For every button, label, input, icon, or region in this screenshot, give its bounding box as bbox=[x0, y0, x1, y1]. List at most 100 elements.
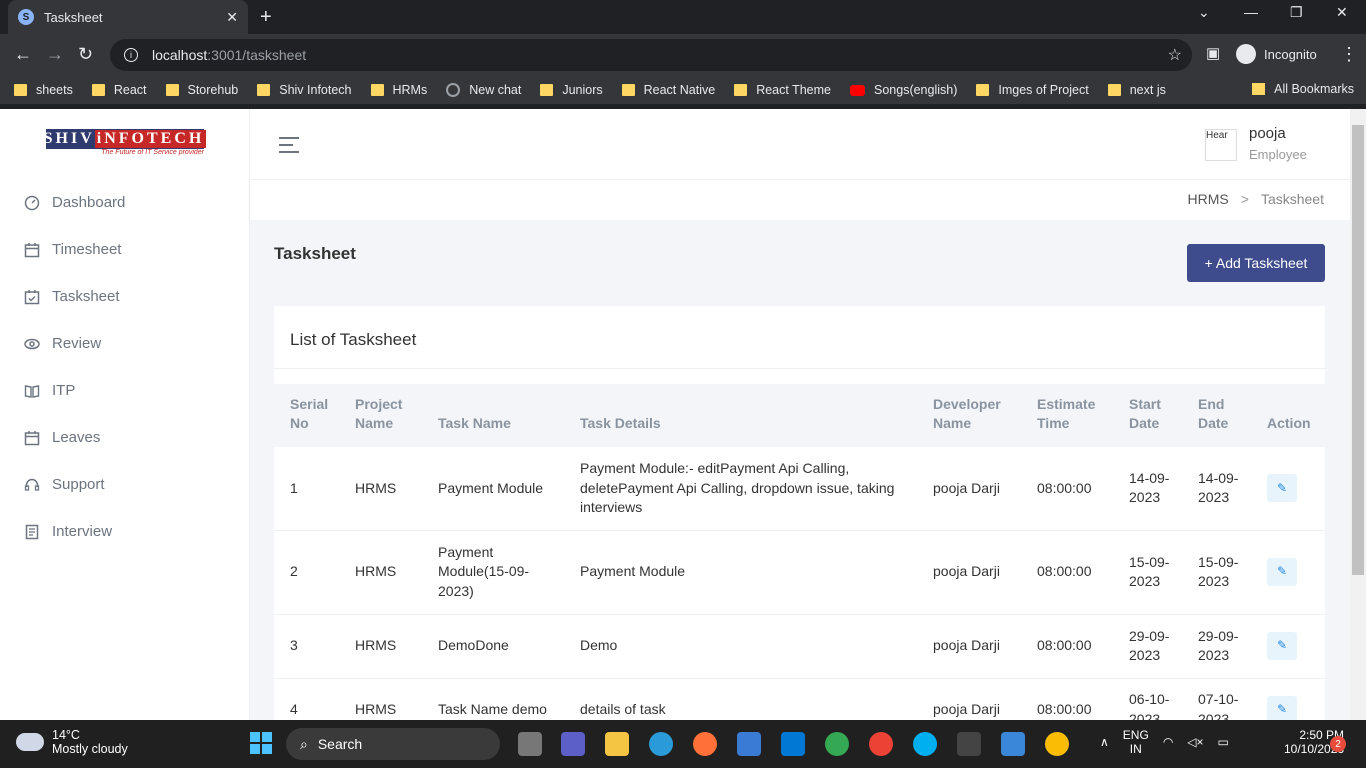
bookmark-item[interactable]: Songs(english) bbox=[850, 83, 957, 97]
taskbar-search[interactable]: ⌕ Search bbox=[286, 728, 500, 760]
sidebar-item-label: Review bbox=[52, 335, 102, 352]
sidebar-item-interview[interactable]: Interview bbox=[0, 508, 250, 555]
minimize-icon[interactable]: — bbox=[1244, 4, 1258, 20]
firefox-icon[interactable] bbox=[693, 732, 717, 756]
cell-estimate: 08:00:00 bbox=[1021, 530, 1113, 615]
restore-icon[interactable]: ❐ bbox=[1290, 4, 1303, 21]
browser-tab[interactable]: S Tasksheet ✕ bbox=[8, 0, 248, 34]
cell-estimate: 08:00:00 bbox=[1021, 678, 1113, 720]
sidebar-item-label: Interview bbox=[52, 523, 113, 540]
calendar-icon bbox=[24, 242, 40, 258]
edit-icon[interactable]: ✎ bbox=[1267, 695, 1297, 720]
chrome-profile-icon[interactable] bbox=[1045, 732, 1069, 756]
bookmark-label: Shiv Infotech bbox=[279, 83, 352, 97]
bookmark-label: React Theme bbox=[756, 83, 831, 97]
edge-icon[interactable] bbox=[649, 732, 673, 756]
calendar-icon bbox=[24, 430, 40, 446]
favicon-icon: S bbox=[18, 9, 34, 25]
notepad-icon[interactable] bbox=[1001, 732, 1025, 756]
site-info-icon[interactable]: i bbox=[124, 48, 138, 62]
bookmark-item[interactable]: sheets bbox=[14, 83, 73, 97]
sidebar-item-dashboard[interactable]: Dashboard bbox=[0, 179, 250, 226]
add-tasksheet-button[interactable]: + Add Tasksheet bbox=[1187, 244, 1325, 282]
weather-widget[interactable]: 14°C Mostly cloudy bbox=[16, 728, 128, 756]
menu-kebab-icon[interactable]: ⋮ bbox=[1340, 44, 1358, 65]
breadcrumb-root[interactable]: HRMS bbox=[1188, 191, 1229, 207]
cell-serial: 3 bbox=[274, 614, 339, 679]
sidebar-item-support[interactable]: Support bbox=[0, 461, 250, 508]
bookmark-item[interactable]: next js bbox=[1107, 83, 1166, 97]
edit-icon[interactable]: ✎ bbox=[1267, 558, 1297, 586]
back-icon[interactable]: ← bbox=[14, 44, 32, 65]
url-input[interactable]: i localhost:3001/tasksheet ☆ bbox=[110, 39, 1192, 71]
bookmark-item[interactable]: New chat bbox=[446, 83, 521, 97]
bookmark-item[interactable]: React Native bbox=[621, 83, 716, 97]
sidebar-item-review[interactable]: Review bbox=[0, 320, 250, 367]
file-explorer-icon[interactable] bbox=[605, 732, 629, 756]
incognito-indicator[interactable]: Incognito bbox=[1236, 44, 1317, 64]
bookmark-label: React Native bbox=[643, 83, 716, 97]
cell-start: 15-09-2023 bbox=[1113, 530, 1182, 615]
bookmark-item[interactable]: Shiv Infotech bbox=[257, 83, 352, 97]
battery-icon[interactable]: ▭ bbox=[1218, 735, 1229, 749]
incognito-icon bbox=[1236, 44, 1256, 64]
edit-icon[interactable]: ✎ bbox=[1267, 474, 1297, 503]
user-role: Employee bbox=[1249, 147, 1307, 162]
bookmark-item[interactable]: HRMs bbox=[370, 83, 427, 97]
page-scrollbar[interactable] bbox=[1350, 109, 1366, 720]
sidebar-item-leaves[interactable]: Leaves bbox=[0, 414, 250, 461]
side-panel-icon[interactable]: ▣ bbox=[1206, 44, 1220, 62]
close-tab-icon[interactable]: ✕ bbox=[226, 9, 238, 26]
forward-icon[interactable]: → bbox=[46, 44, 64, 65]
sidebar-item-timesheet[interactable]: Timesheet bbox=[0, 226, 250, 273]
mute-icon[interactable]: ◁× bbox=[1187, 735, 1203, 749]
sidebar-item-itp[interactable]: ITP bbox=[0, 367, 250, 414]
bookmark-item[interactable]: Imges of Project bbox=[976, 83, 1089, 97]
cell-details: Demo bbox=[564, 614, 917, 679]
cell-task: Task Name demo bbox=[422, 678, 564, 720]
cell-task: DemoDone bbox=[422, 614, 564, 679]
folder-icon bbox=[734, 84, 748, 96]
bookmark-star-icon[interactable]: ☆ bbox=[1168, 45, 1182, 65]
bookmark-item[interactable]: Storehub bbox=[165, 83, 238, 97]
company-logo[interactable]: SHIV iNFOTECH The Future of IT Service p… bbox=[44, 129, 207, 159]
tab-search-icon[interactable]: ⌄ bbox=[1198, 4, 1210, 21]
chrome-icon[interactable] bbox=[825, 732, 849, 756]
task-view-icon[interactable] bbox=[518, 732, 542, 756]
terminal-icon[interactable] bbox=[957, 732, 981, 756]
bookmark-item[interactable]: Juniors bbox=[540, 83, 603, 97]
cell-action: ✎ bbox=[1251, 614, 1325, 679]
url-path: :3001/tasksheet bbox=[207, 47, 307, 63]
edit-icon[interactable]: ✎ bbox=[1267, 632, 1297, 660]
user-name: pooja bbox=[1249, 125, 1286, 142]
web-page: SHIV iNFOTECH The Future of IT Service p… bbox=[0, 109, 1366, 720]
cell-serial: 1 bbox=[274, 447, 339, 531]
eye-icon bbox=[24, 336, 40, 352]
vscode-icon[interactable] bbox=[781, 732, 805, 756]
chrome-incognito-icon[interactable] bbox=[869, 732, 893, 756]
all-bookmarks[interactable]: All Bookmarks bbox=[1252, 82, 1354, 96]
windows-start-icon[interactable] bbox=[250, 732, 272, 754]
cell-task: Payment Module bbox=[422, 447, 564, 531]
new-tab-icon[interactable]: + bbox=[260, 6, 272, 29]
scrollbar-thumb[interactable] bbox=[1352, 125, 1364, 575]
tasksheet-table: Serial No Project Name Task Name Task Deta… bbox=[274, 384, 1325, 720]
bookmark-label: Imges of Project bbox=[998, 83, 1089, 97]
sidebar-item-label: Timesheet bbox=[52, 241, 122, 258]
sidebar-item-tasksheet[interactable]: Tasksheet bbox=[0, 273, 250, 320]
reload-icon[interactable]: ↻ bbox=[78, 44, 93, 65]
table-header-row: Serial No Project Name Task Name Task Deta… bbox=[274, 384, 1325, 447]
user-profile[interactable]: Hear pooja Employee bbox=[1205, 125, 1307, 162]
teams-icon[interactable] bbox=[561, 732, 585, 756]
chevron-up-icon[interactable]: ∧ bbox=[1100, 735, 1109, 749]
notification-badge[interactable]: 2 bbox=[1330, 736, 1346, 752]
bookmark-item[interactable]: React bbox=[91, 83, 147, 97]
wifi-icon[interactable]: ◠ bbox=[1163, 735, 1173, 749]
store-icon[interactable] bbox=[737, 732, 761, 756]
language-indicator[interactable]: ENG IN bbox=[1123, 728, 1149, 756]
close-window-icon[interactable]: ✕ bbox=[1336, 4, 1348, 21]
skype-icon[interactable] bbox=[913, 732, 937, 756]
bookmark-item[interactable]: React Theme bbox=[734, 83, 831, 97]
breadcrumb-current: Tasksheet bbox=[1260, 191, 1324, 207]
hamburger-menu-icon[interactable] bbox=[279, 137, 299, 158]
